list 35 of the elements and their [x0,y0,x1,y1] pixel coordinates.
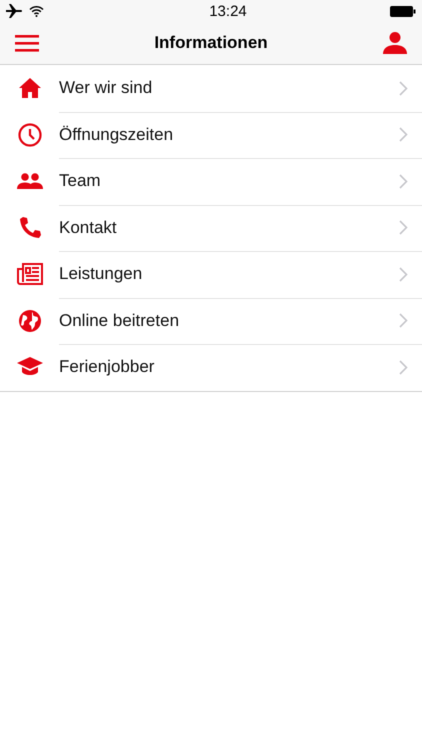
battery-icon [390,6,416,16]
item-label: Öffnungszeiten [59,124,174,145]
list-item[interactable]: Leistungen [0,251,422,298]
list-item[interactable]: Ferienjobber [0,344,422,390]
item-label: Kontakt [59,218,118,238]
list-item[interactable]: Online beitreten [0,298,422,344]
chevron-icon [399,313,408,328]
phone-icon [18,216,40,239]
item-label: Wer wir sind [59,78,154,98]
newspaper-icon [16,263,42,286]
person-icon[interactable] [383,32,407,54]
list-item[interactable]: Wer wir sind [0,65,422,112]
list-item[interactable]: Öffnungszeiten [0,112,422,158]
item-label: Online beitreten [59,310,180,331]
list-item[interactable]: Team [0,158,422,204]
chevron-icon [399,174,408,189]
status-time: 13:24 [209,2,247,20]
people-icon [16,173,42,190]
clock-icon [18,122,42,147]
chevron-icon [399,266,408,282]
globe-icon [18,308,42,333]
chevron-icon [399,220,408,236]
wifi-icon [29,5,44,17]
chevron-icon [399,127,408,142]
item-label: Ferienjobber [59,357,156,378]
house-icon [18,78,40,98]
chevron-icon [399,80,408,96]
airplane-icon [6,4,23,18]
list-item[interactable]: Kontakt [0,204,422,251]
menu-icon[interactable] [15,34,39,52]
chevron-icon [399,360,408,375]
item-label: Team [59,171,102,192]
item-label: Leistungen [59,264,144,284]
graduation-cap-icon [16,357,42,378]
nav-title: Informationen [154,33,268,53]
